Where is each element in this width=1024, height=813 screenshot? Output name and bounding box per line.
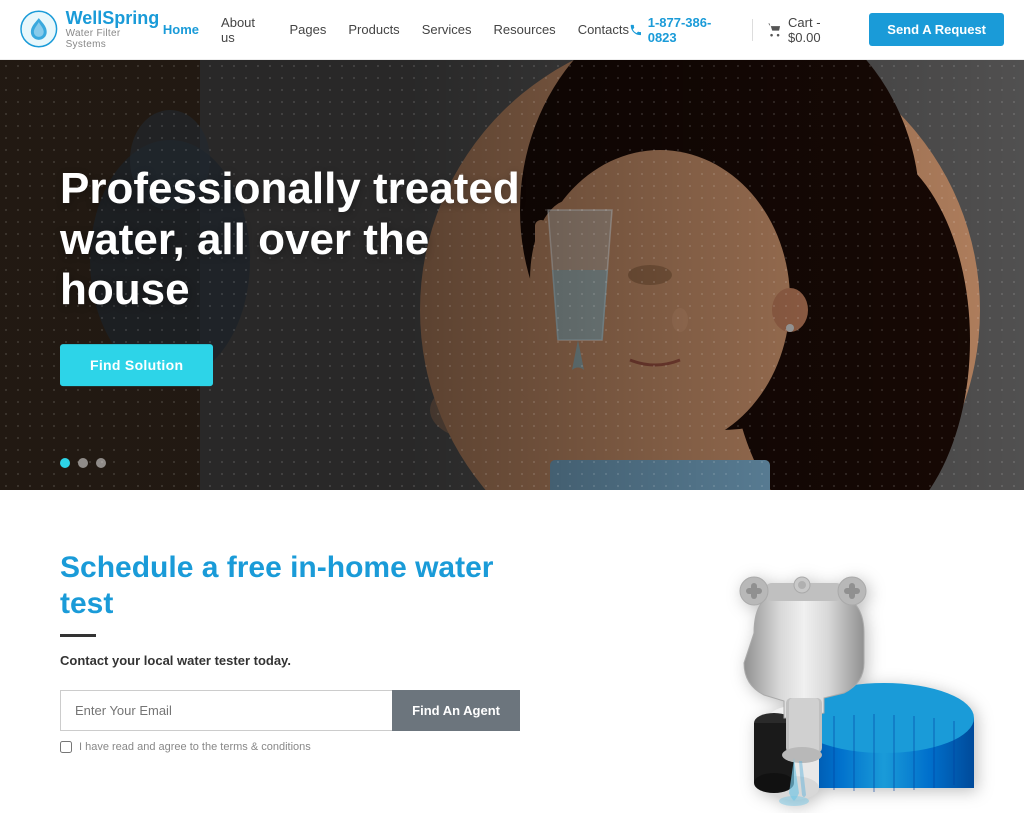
- logo-brand: WellSpring: [66, 9, 163, 29]
- find-solution-button[interactable]: Find Solution: [60, 344, 213, 386]
- header-right: 1-877-386-0823 Cart - $0.00 Send A Reque…: [629, 13, 1004, 46]
- hero-section: Professionally treated water, all over t…: [0, 60, 1024, 490]
- nav-services[interactable]: Services: [422, 22, 472, 37]
- water-test-section: Schedule a free in-home water test Conta…: [0, 490, 1024, 813]
- phone-icon: [629, 23, 643, 37]
- email-row: Find An Agent: [60, 690, 520, 731]
- cart-label: Cart - $0.00: [788, 15, 855, 45]
- hero-content: Professionally treated water, all over t…: [60, 164, 540, 386]
- nav-pages[interactable]: Pages: [290, 22, 327, 37]
- nav-resources[interactable]: Resources: [494, 22, 556, 37]
- phone-wrap[interactable]: 1-877-386-0823: [629, 15, 738, 45]
- logo[interactable]: WellSpring Water Filter Systems: [20, 9, 163, 51]
- cart-wrap[interactable]: Cart - $0.00: [767, 15, 855, 45]
- terms-row: I have read and agree to the terms & con…: [60, 741, 520, 753]
- title-underline: [60, 634, 96, 637]
- hero-title: Professionally treated water, all over t…: [60, 164, 540, 316]
- water-test-right: [614, 543, 994, 813]
- header-divider: [752, 19, 753, 41]
- terms-checkbox[interactable]: [60, 741, 72, 753]
- find-agent-button[interactable]: Find An Agent: [392, 690, 520, 731]
- terms-label: I have read and agree to the terms & con…: [79, 741, 311, 753]
- email-input[interactable]: [60, 690, 392, 731]
- main-nav: Home About us Pages Products Services Re…: [163, 15, 629, 45]
- water-test-subtitle: Contact your local water tester today.: [60, 653, 520, 668]
- nav-contacts[interactable]: Contacts: [578, 22, 629, 37]
- logo-sub: Water Filter Systems: [66, 28, 163, 50]
- slide-dot-2[interactable]: [78, 458, 88, 468]
- send-request-button[interactable]: Send A Request: [869, 13, 1004, 46]
- nav-home[interactable]: Home: [163, 22, 199, 37]
- nav-about[interactable]: About us: [221, 15, 267, 45]
- slide-dot-3[interactable]: [96, 458, 106, 468]
- phone-number: 1-877-386-0823: [648, 15, 739, 45]
- nav-products[interactable]: Products: [348, 22, 399, 37]
- logo-icon: [20, 10, 58, 48]
- site-header: WellSpring Water Filter Systems Home Abo…: [0, 0, 1024, 60]
- hero-slide-indicators: [60, 458, 106, 468]
- cart-icon: [767, 22, 783, 38]
- water-test-left: Schedule a free in-home water test Conta…: [60, 550, 520, 753]
- water-test-title: Schedule a free in-home water test: [60, 550, 520, 622]
- faucet-filter-image: [624, 553, 984, 813]
- slide-dot-1[interactable]: [60, 458, 70, 468]
